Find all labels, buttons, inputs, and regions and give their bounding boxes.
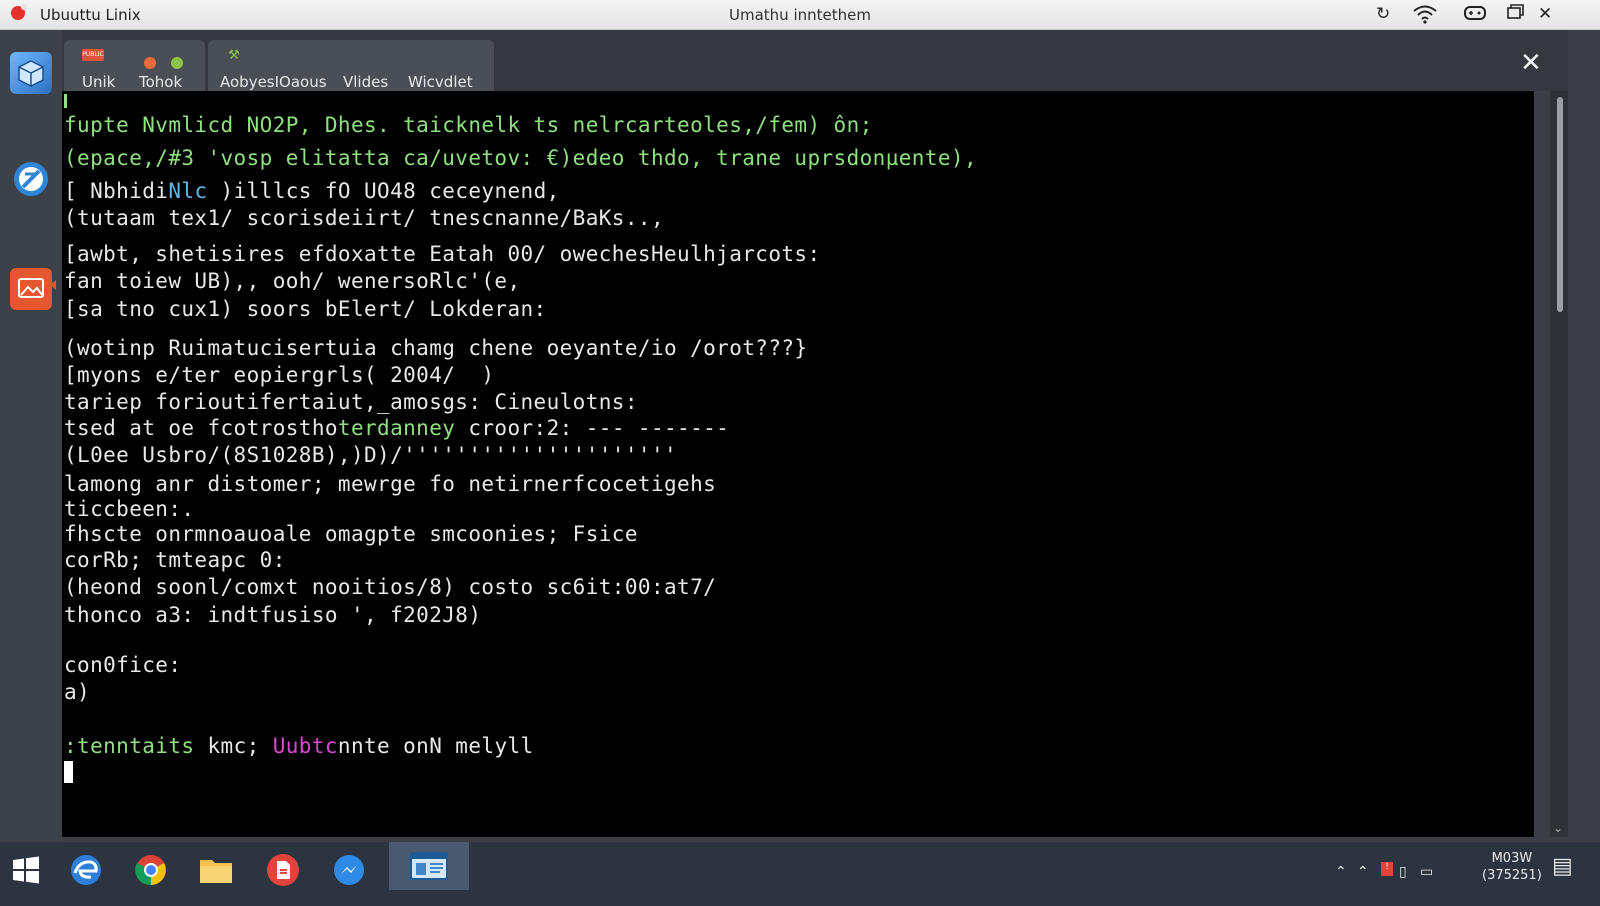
restore-window-icon[interactable] — [1507, 4, 1525, 25]
terminal-line: (wotinp Ruimatucisertuia chamg chene oey… — [64, 336, 808, 360]
terminal-line: (epace,/#3 'vosp elitatta ca/uvetov: €)e… — [64, 146, 978, 170]
terminal-line: corRb; tmteapc 0: — [64, 548, 286, 572]
refresh-icon[interactable]: ↻ — [1376, 4, 1390, 24]
tab-unik[interactable]: Unik — [82, 73, 115, 91]
terminal-icon[interactable] — [10, 158, 52, 200]
terminal-line: (tutaam tex1/ scorisdeiirt/ tnescnanne/B… — [64, 206, 664, 230]
chrome-icon[interactable] — [131, 850, 171, 890]
terminal-cursor — [64, 761, 73, 783]
terminal-output[interactable]: fupte Nvmlicd NO2P, Dhes. taicknelk ts n… — [62, 91, 1534, 837]
notifications-icon[interactable]: ▤ — [1552, 854, 1573, 879]
tab-group-left: PUBLIC Unik Tohok — [64, 40, 205, 91]
tray-up-icon[interactable]: ⌃ — [1357, 864, 1369, 880]
terminal-line: a) — [64, 680, 91, 704]
tab-vlides[interactable]: Vlides — [343, 73, 388, 91]
terminal-line: [sa tno cux1) soors bElert/ Lokderan: — [64, 297, 547, 321]
terminal-line: con0fice: — [64, 653, 182, 677]
terminal-line: [ NbhidiNlc )illlcs fO UO48 ceceynend, — [64, 179, 560, 203]
edge-browser-icon[interactable] — [66, 850, 106, 890]
clock-time: M03W — [1491, 851, 1533, 866]
terminal-line: fan toiew UB),, ooh/ wenersoRlc'(e, — [64, 269, 521, 293]
terminal-line: ticcbeen:. — [64, 497, 195, 521]
window-title: Umathu inntethem — [729, 6, 871, 24]
windows-start-icon[interactable] — [6, 850, 46, 890]
terminal-line: fhscte onrmnoauoale omagpte smcoonies; F… — [64, 522, 638, 546]
terminal-window-icon[interactable] — [389, 842, 469, 890]
prompt-text: nnte onN melyll — [337, 734, 534, 758]
terminal-text: croor:2: --- ------- — [455, 416, 730, 440]
tools-icon: ⚒ — [228, 48, 240, 63]
terminal-highlight: Nlc — [168, 179, 208, 203]
clock-date: (375251) — [1482, 868, 1542, 883]
terminal-line: tsed at oe fcotrosthoterdanney croor:2: … — [64, 416, 729, 440]
chat-icon[interactable]: ▭ — [1420, 864, 1433, 880]
prompt-host: Uubtc — [272, 734, 338, 758]
file-explorer-icon[interactable] — [196, 850, 236, 890]
terminal-line: (L0ee Usbro/(8S1028B),)D)/''''''''''''''… — [64, 443, 678, 467]
terminal-line: (heond soonl/comxt nooitios/8) costo sc6… — [64, 575, 717, 599]
taskbar: ⌃ ⌃ ! ▯ ▭ M03W (375251) ▤ — [0, 842, 1600, 906]
terminal-text: )illlcs fO UO48 ceceynend, — [207, 179, 560, 203]
chevron-down-icon[interactable]: ⌄ — [1553, 821, 1563, 835]
prompt-user: :tenntaits — [64, 734, 195, 758]
tab-group-right: ⚒ AobyesIOaous Vlides Wicvdlet — [208, 40, 494, 91]
green-dot-icon — [171, 57, 183, 69]
tab-bar: PUBLIC Unik Tohok ⚒ AobyesIOaous Vlides … — [62, 30, 1568, 91]
tab-wicvdlet[interactable]: Wicvdlet — [408, 73, 473, 91]
terminal-text: tsed at oe fcotrostho — [64, 416, 338, 440]
messenger-icon[interactable] — [329, 850, 369, 890]
terminal-line: thonco a3: indtfusiso ', f202J8) — [64, 603, 482, 627]
terminal-scrollbar[interactable]: ⌄ — [1550, 91, 1568, 837]
terminal-line: lamong anr distomer; mewrge fo netirnerf… — [64, 472, 717, 496]
close-window-icon[interactable]: ✕ — [1538, 4, 1552, 24]
system-clock[interactable]: M03W (375251) — [1482, 850, 1542, 884]
public-badge: PUBLIC — [82, 49, 104, 61]
tab-tohok[interactable]: Tohok — [139, 73, 182, 91]
tab-aobyesioaous[interactable]: AobyesIOaous — [220, 73, 327, 91]
wifi-icon[interactable] — [1412, 4, 1438, 29]
title-bar: Ubuuttu Linix Umathu inntethem ↻ ✕ — [0, 0, 1600, 30]
terminal-line: [myons e/ter eopiergrls( 2004/ ) — [64, 363, 495, 387]
terminal-text: [ Nbhidi — [64, 179, 169, 203]
pdf-reader-icon[interactable] — [263, 850, 303, 890]
tray-notification-icon[interactable]: ! — [1381, 862, 1393, 876]
battery-icon[interactable]: ▯ — [1399, 864, 1407, 880]
gamepad-icon[interactable] — [1464, 4, 1486, 27]
terminal-line: fupte Nvmlicd NO2P, Dhes. taicknelk ts n… — [64, 113, 873, 137]
terminal-marker — [64, 94, 67, 108]
close-tab-icon[interactable]: ✕ — [1520, 50, 1542, 76]
terminal-line: [awbt, shetisires efdoxatte Eatah 00/ ow… — [64, 242, 821, 266]
terminal-highlight: terdanney — [337, 416, 456, 440]
image-app-icon[interactable] — [10, 268, 52, 310]
scrollbar-thumb[interactable] — [1557, 97, 1563, 312]
chevron-up-icon[interactable]: ⌃ — [1335, 864, 1347, 880]
package-icon[interactable] — [10, 52, 52, 94]
application-dock — [0, 30, 62, 856]
terminal-line: tariep forioutifertaiut,_amosgs: Cineulo… — [64, 390, 638, 414]
prompt-text: kmc; — [194, 734, 273, 758]
orange-dot-icon — [144, 57, 156, 69]
terminal-prompt: :tenntaits kmc; Uubtcnnte onN melyll — [64, 734, 534, 758]
